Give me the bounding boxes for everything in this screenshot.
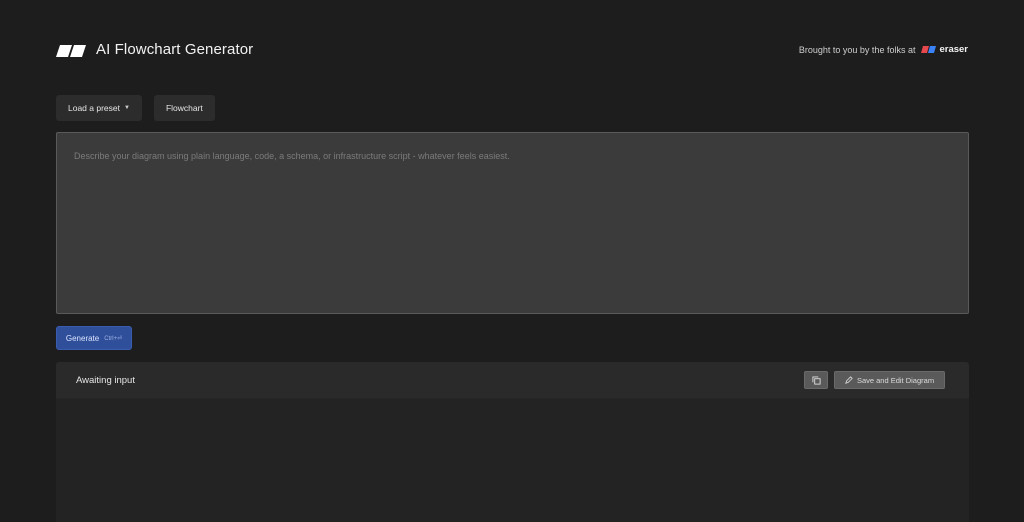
eraser-logo-icon (921, 46, 937, 53)
output-panel: Awaiting input Save and Edit Diagram (56, 362, 969, 522)
generate-button[interactable]: Generate Ctrl+⏎ (56, 326, 132, 350)
output-header: Awaiting input Save and Edit Diagram (56, 362, 969, 399)
generate-label: Generate (65, 333, 100, 343)
output-status: Awaiting input (76, 375, 135, 386)
logo-icon (56, 45, 86, 57)
copy-icon (811, 375, 821, 385)
save-and-edit-button[interactable]: Save and Edit Diagram (834, 371, 945, 389)
brand-name: eraser (939, 44, 968, 55)
credit-link[interactable]: Brought to you by the folks at eraser (799, 44, 968, 55)
diagram-type-label: Flowchart (165, 103, 203, 113)
prompt-input[interactable] (56, 132, 969, 314)
pencil-icon (845, 376, 853, 384)
load-preset-label: Load a preset (68, 103, 120, 113)
diagram-type-button[interactable]: Flowchart (153, 95, 215, 121)
save-and-edit-label: Save and Edit Diagram (856, 375, 935, 385)
caret-down-icon: ▼ (123, 105, 130, 111)
page-title: AI Flowchart Generator (96, 41, 254, 58)
page: AI Flowchart Generator Brought to you by… (0, 0, 1024, 522)
generate-shortcut: Ctrl+⏎ (104, 335, 123, 342)
load-preset-button[interactable]: Load a preset ▼ (56, 95, 142, 121)
credit-text: Brought to you by the folks at (798, 44, 916, 55)
copy-button[interactable] (804, 371, 828, 389)
toolbar: Load a preset ▼ Flowchart (56, 95, 215, 121)
header: AI Flowchart Generator Brought to you by… (56, 36, 968, 66)
diagram-canvas (56, 399, 969, 522)
